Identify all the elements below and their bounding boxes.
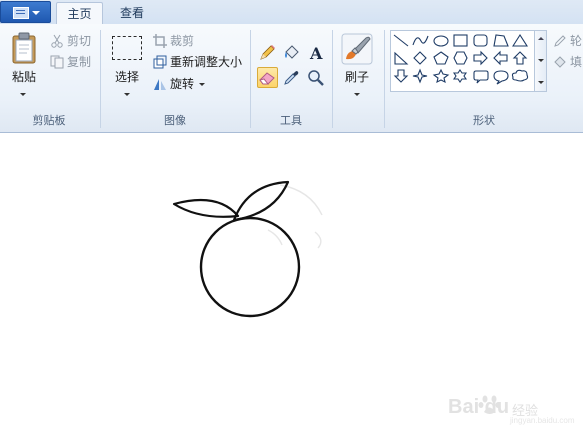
fill-label: 填	[570, 55, 583, 69]
crop-button[interactable]: 裁剪	[153, 32, 194, 50]
brushes-button[interactable]: 刷子	[337, 70, 377, 84]
chevron-down-icon	[32, 11, 40, 15]
text-tool[interactable]: A	[305, 42, 326, 63]
outline-label: 轮	[570, 34, 583, 48]
color-picker-tool[interactable]	[281, 67, 302, 88]
left-leaf	[172, 198, 240, 218]
rectangle-shape[interactable]	[453, 34, 468, 47]
pencil-icon	[260, 45, 275, 60]
hexagon-shape[interactable]	[453, 51, 468, 65]
apple-drawing[interactable]	[150, 170, 350, 330]
file-menu-button[interactable]	[0, 1, 51, 23]
diamond-shape[interactable]	[413, 51, 427, 65]
shapes-gallery	[390, 30, 535, 92]
pentagon-shape[interactable]	[433, 51, 449, 65]
right-leaf	[232, 180, 290, 222]
down-arrow-shape[interactable]	[393, 69, 409, 83]
select-rectangle-icon[interactable]	[112, 36, 142, 60]
oval-callout-shape[interactable]	[493, 70, 509, 85]
rounded-callout-shape[interactable]	[473, 70, 489, 84]
polygon-shape[interactable]	[493, 34, 509, 47]
right-arrow-shape[interactable]	[473, 50, 488, 66]
resize-label: 重新调整大小	[170, 55, 243, 69]
crop-icon	[153, 34, 167, 48]
paint-window: 主页 查看 粘贴 剪切 复制 剪贴板 选择 裁剪 重新调整大小 旋转 图像 A …	[0, 0, 583, 447]
tools-group-label: 工具	[280, 114, 302, 127]
group-divider	[332, 30, 333, 128]
rotate-dropdown-icon[interactable]	[199, 83, 205, 86]
paw-logo-icon	[478, 395, 501, 414]
resize-button[interactable]: 重新调整大小	[153, 53, 242, 71]
magnifier-tool[interactable]	[305, 67, 326, 88]
document-menu-icon	[13, 7, 29, 19]
scissors-icon	[51, 34, 63, 48]
clipboard-icon[interactable]	[11, 32, 37, 64]
cloud-callout-shape[interactable]	[511, 69, 529, 82]
paste-button[interactable]: 粘贴	[6, 70, 42, 84]
paste-dropdown-icon[interactable]	[20, 93, 26, 96]
line-shape[interactable]	[393, 34, 409, 47]
text-icon: A	[309, 44, 323, 63]
watermark-url: jingyan.baidu.com	[510, 416, 575, 425]
tab-view[interactable]: 查看	[108, 2, 156, 24]
outline-pencil-icon	[554, 35, 566, 47]
crop-label: 裁剪	[170, 34, 195, 48]
watermark: Bai du 经验 jingyan.baidu.com	[448, 390, 578, 430]
magnifier-icon	[308, 70, 324, 86]
erased-traces	[267, 184, 323, 249]
scroll-down-icon[interactable]	[538, 59, 544, 62]
copy-label: 复制	[67, 55, 92, 69]
copy-button[interactable]: 复制	[50, 53, 91, 71]
rotate-label: 旋转	[170, 77, 195, 91]
fill-button[interactable]: 填	[553, 53, 582, 71]
select-dropdown-icon[interactable]	[124, 93, 130, 96]
shapes-grid	[393, 33, 529, 85]
resize-icon	[153, 55, 167, 69]
rotate-button[interactable]: 旋转	[153, 75, 205, 93]
shapes-group-label: 形状	[473, 114, 495, 127]
fill-bucket-icon	[285, 45, 299, 59]
color-picker-icon	[284, 71, 299, 85]
scroll-up-icon[interactable]	[538, 37, 544, 40]
clipboard-group-label: 剪贴板	[32, 114, 66, 127]
fill-tool[interactable]	[281, 42, 302, 63]
copy-icon	[50, 55, 64, 69]
eraser-tool[interactable]	[257, 67, 278, 88]
brushes-dropdown-icon[interactable]	[354, 93, 360, 96]
ribbon-tab-strip: 主页 查看	[0, 0, 583, 25]
shapes-scrollbar[interactable]	[535, 30, 547, 92]
cut-button[interactable]: 剪切	[50, 32, 91, 50]
brush-icon[interactable]	[341, 33, 373, 65]
pencil-tool[interactable]	[257, 42, 278, 63]
ribbon: 粘贴 剪切 复制 剪贴板 选择 裁剪 重新调整大小 旋转 图像 A 工具 刷子 …	[0, 24, 583, 133]
four-point-star-shape[interactable]	[412, 68, 428, 84]
fill-bucket-small-icon	[554, 56, 566, 68]
eraser-icon	[259, 72, 275, 85]
svg-text:A: A	[309, 44, 323, 62]
left-arrow-shape[interactable]	[493, 50, 508, 66]
tab-home[interactable]: 主页	[56, 2, 103, 25]
curve-shape[interactable]	[412, 35, 429, 46]
select-button[interactable]: 选择	[108, 70, 146, 84]
apple-body	[199, 216, 301, 318]
rounded-rectangle-shape[interactable]	[473, 34, 488, 47]
right-triangle-shape[interactable]	[394, 51, 409, 65]
five-point-star-shape[interactable]	[432, 68, 450, 84]
rotate-icon	[154, 79, 166, 90]
triangle-shape[interactable]	[511, 33, 529, 47]
expand-gallery-icon[interactable]	[538, 81, 544, 84]
up-arrow-shape[interactable]	[512, 51, 528, 65]
outline-button[interactable]: 轮	[553, 32, 582, 50]
six-point-star-shape[interactable]	[452, 69, 468, 83]
oval-shape[interactable]	[433, 35, 449, 47]
cut-label: 剪切	[67, 34, 92, 48]
image-group-label: 图像	[164, 114, 186, 127]
